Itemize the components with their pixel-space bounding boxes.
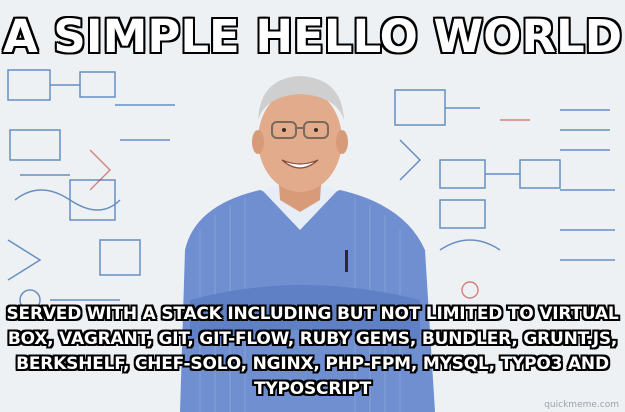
top-caption: A SIMPLE HELLO WORLD <box>2 10 623 63</box>
bottom-caption: SERVED WITH A STACK INCLUDING BUT NOT LI… <box>6 304 619 399</box>
meme-image: A SIMPLE HELLO WORLD SERVED WITH A STACK… <box>0 0 625 412</box>
watermark: quickmeme.com <box>544 400 619 410</box>
